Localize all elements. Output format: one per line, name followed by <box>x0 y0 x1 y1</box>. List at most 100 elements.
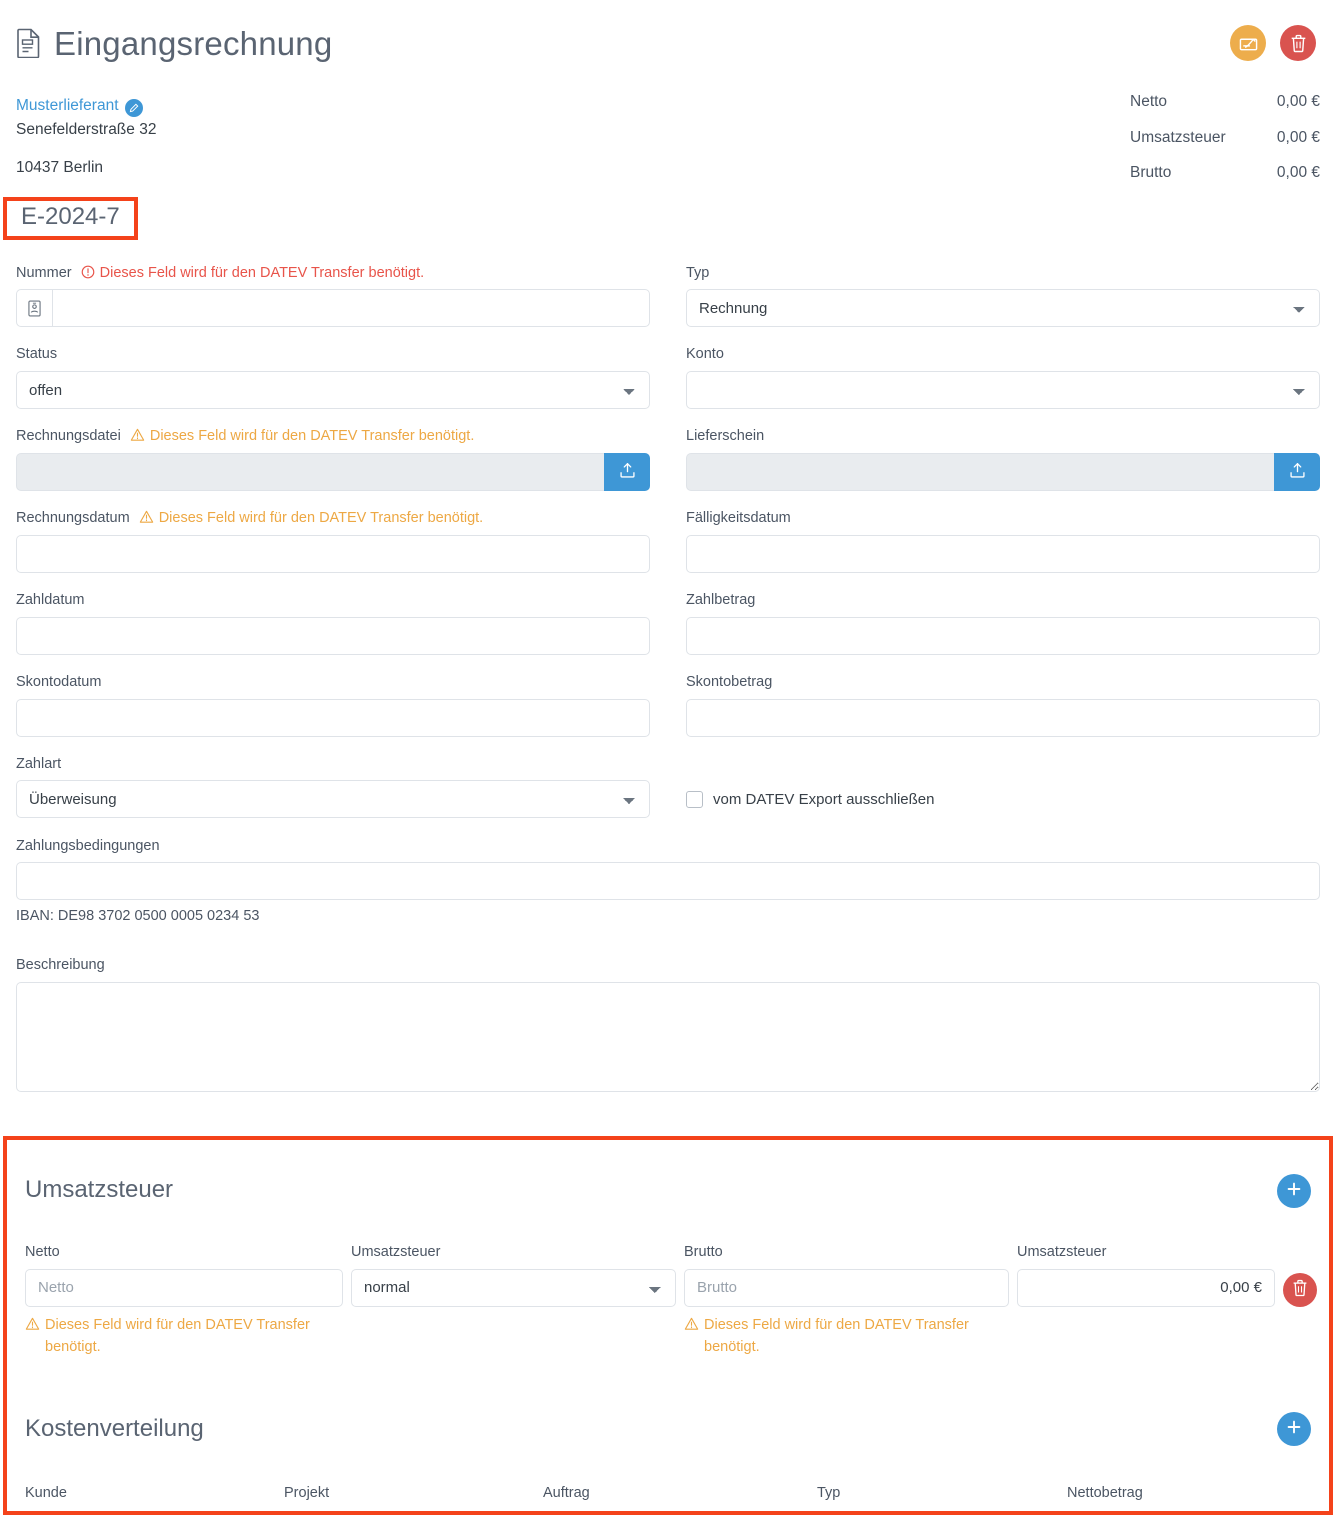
beschreibung-textarea[interactable] <box>16 982 1320 1093</box>
label-lieferschein: Lieferschein <box>686 428 765 445</box>
kostenverteilung-table-header: Kunde Projekt Auftrag Typ Nettobetrag <box>25 1481 1311 1501</box>
page-header: Eingangsrechnung <box>0 0 1336 72</box>
plus-icon <box>1286 1181 1302 1200</box>
skontobetrag-input[interactable] <box>686 698 1320 737</box>
field-zahlart: Zahlart Überweisung <box>16 755 650 819</box>
edit-icon[interactable] <box>124 99 143 117</box>
datev-exclude-label[interactable]: vom DATEV Export ausschließen <box>713 791 934 808</box>
totals-row-brutto: Brutto 0,00 € <box>1130 165 1320 181</box>
supplier-block: Musterlieferant Senefelderstraße 32 1043… <box>16 94 156 180</box>
field-typ: Typ Rechnung <box>686 264 1320 328</box>
field-rechnungsdatum: Rechnungsdatum Dieses Feld wird für den … <box>16 509 650 573</box>
umsatzsteuer-add-button[interactable] <box>1277 1173 1311 1208</box>
invoice-form: Nummer Dieses Feld wird für den DATEV Tr… <box>0 240 1336 1115</box>
lieferschein-file-group <box>686 453 1320 492</box>
hint-text: Dieses Feld wird für den DATEV Transfer … <box>99 264 425 281</box>
totals-label: Umsatzsteuer <box>1130 128 1226 146</box>
lieferschein-filename <box>686 453 1274 492</box>
typ-select[interactable]: Rechnung <box>686 289 1320 328</box>
error-circle-icon <box>81 264 95 283</box>
hint-text: Dieses Feld wird für den DATEV Transfer … <box>704 1316 969 1356</box>
supplier-city: 10437 Berlin <box>16 159 104 177</box>
zahlart-select[interactable]: Überweisung <box>16 780 650 819</box>
column-header-typ: Typ <box>817 1485 841 1502</box>
delete-button[interactable] <box>1280 25 1316 61</box>
nummer-input[interactable] <box>51 289 650 328</box>
label-tax-steuersatz: Umsatzsteuer <box>351 1243 441 1260</box>
page-title-group: Eingangsrechnung <box>16 4 332 81</box>
field-status: Status offen <box>16 345 650 410</box>
label-konto: Konto <box>686 346 724 363</box>
umsatzsteuer-section-header: Umsatzsteuer <box>25 1156 1311 1225</box>
totals-value: 0,00 € <box>1276 93 1320 110</box>
field-zahlbetrag: Zahlbetrag <box>686 591 1320 655</box>
label-text: Nummer <box>16 264 72 281</box>
tax-brutto-input[interactable] <box>684 1268 1009 1307</box>
datev-exclude-checkbox[interactable] <box>686 791 703 809</box>
invoice-number-wrap: E-2024-7 <box>0 181 1336 240</box>
totals-row-netto: Netto 0,00 € <box>1130 94 1320 110</box>
konto-select[interactable] <box>686 371 1320 410</box>
kostenverteilung-add-button[interactable] <box>1277 1411 1311 1446</box>
label-tax-netto: Netto <box>25 1243 60 1260</box>
highlighted-section: Umsatzsteuer Netto Dieses Feld wird für … <box>3 1136 1333 1516</box>
zahlbetrag-input[interactable] <box>686 616 1320 655</box>
label-zahlbetrag: Zahlbetrag <box>686 591 756 608</box>
id-badge-icon <box>16 289 52 328</box>
upload-icon <box>1289 462 1306 482</box>
skontodatum-input[interactable] <box>16 698 650 737</box>
totals-value: 0,00 € <box>1276 164 1320 181</box>
label-skontodatum: Skontodatum <box>16 673 102 690</box>
trash-icon <box>1292 1279 1308 1300</box>
supplier-totals-row: Musterlieferant Senefelderstraße 32 1043… <box>0 72 1336 181</box>
rechnungsdatum-input[interactable] <box>16 534 650 573</box>
field-datev-exclude: vom DATEV Export ausschließen <box>686 755 1320 819</box>
label-faelligkeitsdatum: Fälligkeitsdatum <box>686 510 791 527</box>
label-zahlungsbedingungen: Zahlungsbedingungen <box>16 837 160 854</box>
field-faelligkeitsdatum: Fälligkeitsdatum <box>686 509 1320 573</box>
zahldatum-input[interactable] <box>16 616 650 655</box>
label-status: Status <box>16 346 58 363</box>
totals-label: Netto <box>1130 93 1168 110</box>
rechnungsdatei-upload-button[interactable] <box>604 453 650 492</box>
umsatzsteuer-delete-row-button[interactable] <box>1283 1272 1317 1307</box>
kostenverteilung-title: Kostenverteilung <box>25 1414 204 1442</box>
field-rechnungsdatei: Rechnungsdatei Dieses Feld wird für den … <box>16 427 650 492</box>
kostenverteilung-section-header: Kostenverteilung <box>25 1395 1311 1464</box>
faelligkeitsdatum-input[interactable] <box>686 534 1320 573</box>
warning-triangle-icon <box>25 1314 40 1359</box>
upload-icon <box>619 462 636 482</box>
tax-netto-input[interactable] <box>25 1268 343 1307</box>
datev-exclude-row[interactable]: vom DATEV Export ausschließen <box>686 781 1320 819</box>
totals-row-umsatzsteuer: Umsatzsteuer 0,00 € <box>1130 128 1320 146</box>
hint-text: Dieses Feld wird für den DATEV Transfer … <box>149 428 475 445</box>
hint-nummer: Dieses Feld wird für den DATEV Transfer … <box>81 264 425 283</box>
zahlungsbedingungen-input[interactable] <box>16 862 1320 901</box>
label-text: Rechnungsdatum <box>16 510 130 527</box>
warning-triangle-icon <box>684 1314 699 1359</box>
umsatzsteuer-row: Netto Dieses Feld wird für den DATEV Tra… <box>25 1243 1317 1359</box>
hint-rechnungsdatum: Dieses Feld wird für den DATEV Transfer … <box>139 509 483 528</box>
lieferschein-upload-button[interactable] <box>1274 453 1320 492</box>
tax-steuersatz-select[interactable]: normal <box>351 1268 676 1307</box>
column-header-auftrag: Auftrag <box>543 1485 590 1502</box>
nummer-input-group <box>16 289 650 328</box>
totals-label: Brutto <box>1130 164 1172 181</box>
tax-steuerbetrag-input[interactable] <box>1017 1268 1275 1307</box>
label-text: Rechnungsdatei <box>16 428 121 445</box>
document-icon <box>16 28 42 59</box>
status-select[interactable]: offen <box>16 371 650 410</box>
label-rechnungsdatum: Rechnungsdatum Dieses Feld wird für den … <box>16 509 650 528</box>
supplier-link[interactable]: Musterlieferant <box>16 97 119 114</box>
approve-button[interactable] <box>1230 25 1266 61</box>
check-signature-icon <box>1239 34 1258 53</box>
label-tax-brutto: Brutto <box>684 1243 723 1260</box>
supplier-spacer <box>16 142 156 156</box>
column-header-nettobetrag: Nettobetrag <box>1067 1485 1143 1502</box>
field-skontodatum: Skontodatum <box>16 673 650 737</box>
hint-rechnungsdatei: Dieses Feld wird für den DATEV Transfer … <box>130 427 475 446</box>
umsatzsteuer-title: Umsatzsteuer <box>25 1176 174 1204</box>
tax-col-delete <box>1283 1271 1317 1309</box>
warning-triangle-icon <box>139 509 154 528</box>
field-lieferschein: Lieferschein <box>686 427 1320 492</box>
